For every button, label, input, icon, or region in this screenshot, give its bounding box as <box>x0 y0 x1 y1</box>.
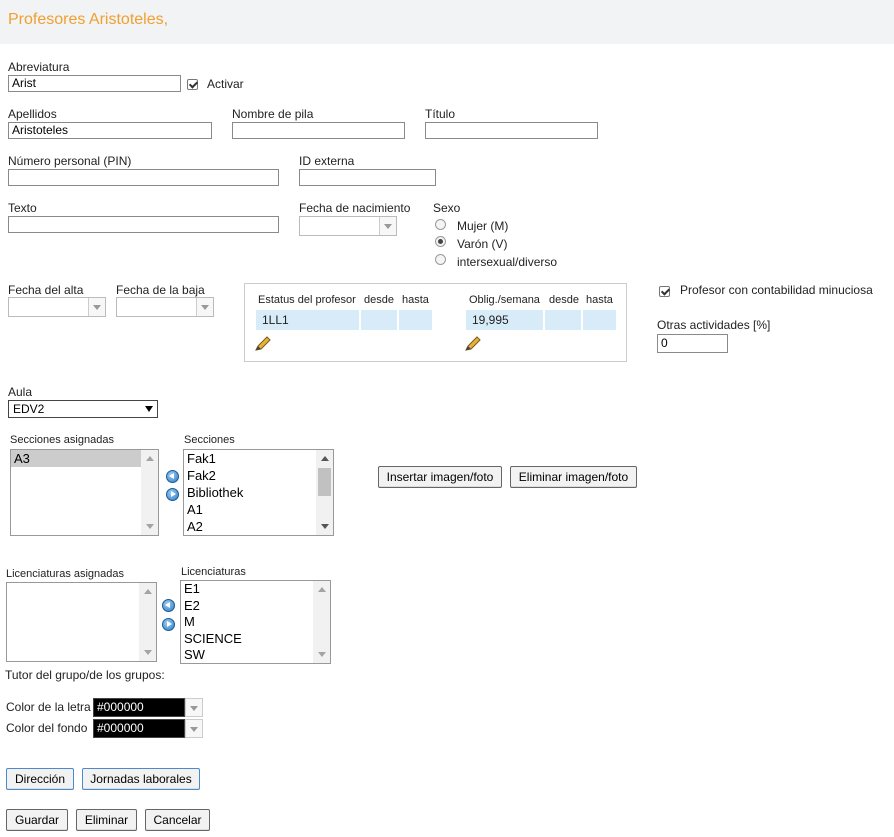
external-id-input[interactable] <box>299 169 436 186</box>
birth-date-picker[interactable] <box>299 216 397 236</box>
chevron-down-icon[interactable] <box>185 719 203 738</box>
list-item[interactable]: M <box>181 614 313 631</box>
oblig-to-cell[interactable] <box>583 310 616 330</box>
move-left-icon[interactable] <box>166 470 179 483</box>
status-to-cell[interactable] <box>399 310 432 330</box>
licenciaturas-label: Licenciaturas <box>181 566 246 578</box>
save-button[interactable]: Guardar <box>6 809 68 831</box>
chevron-down-icon[interactable] <box>196 298 213 316</box>
move-right-icon[interactable] <box>162 618 175 631</box>
status-value-cell[interactable]: 1LL1 <box>256 310 359 330</box>
sexo-radio-mujer[interactable] <box>435 219 446 230</box>
chevron-down-icon[interactable] <box>185 698 203 717</box>
sexo-radio-diverso[interactable] <box>435 254 446 265</box>
list-item[interactable]: SCIENCE <box>181 631 313 648</box>
delete-button[interactable]: Eliminar <box>76 809 137 831</box>
font-color-input[interactable]: #000000 <box>93 698 185 717</box>
titulo-label: Título <box>425 107 456 121</box>
secciones-list[interactable]: Fak1 Fak2 Bibliothek A1 A2 <box>183 449 334 536</box>
oblig-col-header: Oblig./semana <box>469 294 540 306</box>
move-left-icon[interactable] <box>162 599 175 612</box>
oblig-from-header: desde <box>549 294 579 306</box>
bg-color-input[interactable]: #000000 <box>93 719 185 738</box>
aula-label: Aula <box>8 385 33 399</box>
scrollbar[interactable] <box>141 450 158 535</box>
other-activities-input[interactable]: 0 <box>657 334 728 353</box>
sexo-option-mujer: Mujer (M) <box>457 219 509 233</box>
secciones-asignadas-label: Secciones asignadas <box>10 434 114 446</box>
active-checkbox[interactable] <box>187 79 198 90</box>
page-title: Profesores Aristoteles, <box>8 11 169 28</box>
pin-label: Número personal (PIN) <box>8 154 132 168</box>
secciones-asignadas-list[interactable]: A3 <box>10 449 159 536</box>
secciones-label: Secciones <box>184 434 235 446</box>
minute-accounting-label: Profesor con contabilidad minuciosa <box>680 283 873 297</box>
other-activities-label: Otras actividades [%] <box>657 318 771 332</box>
cancel-button[interactable]: Cancelar <box>145 809 210 831</box>
minute-accounting-checkbox[interactable] <box>659 286 670 297</box>
alta-label: Fecha del alta <box>8 283 84 297</box>
bg-color-label: Color del fondo <box>6 721 88 735</box>
apellidos-input[interactable]: Aristoteles <box>8 122 212 139</box>
nombre-input[interactable] <box>232 122 405 139</box>
list-item[interactable]: E2 <box>181 598 313 615</box>
chevron-down-icon[interactable] <box>88 298 105 316</box>
list-item[interactable]: SW <box>181 647 313 663</box>
licenciaturas-asignadas-label: Licenciaturas asignadas <box>6 568 125 580</box>
status-from-header: desde <box>364 294 394 306</box>
active-label: Activar <box>207 77 244 91</box>
list-item[interactable]: Fak1 <box>184 450 316 467</box>
direccion-button[interactable]: Dirección <box>6 768 74 790</box>
nombre-label: Nombre de pila <box>232 107 314 121</box>
pencil-icon[interactable] <box>464 336 482 352</box>
pin-input[interactable] <box>8 169 279 186</box>
pencil-icon[interactable] <box>254 336 272 352</box>
tutor-label: Tutor del grupo/de los grupos: <box>5 668 165 682</box>
sexo-option-varon: Varón (V) <box>457 237 508 251</box>
aula-select-value: EDV2 <box>13 402 45 416</box>
oblig-from-cell[interactable] <box>545 310 581 330</box>
titulo-input[interactable] <box>425 122 598 139</box>
chevron-down-icon <box>145 406 153 412</box>
list-item[interactable]: Fak2 <box>184 467 316 484</box>
status-from-cell[interactable] <box>361 310 397 330</box>
apellidos-label: Apellidos <box>8 107 57 121</box>
move-right-icon[interactable] <box>166 488 179 501</box>
alta-date-picker[interactable] <box>8 297 106 317</box>
font-color-label: Color de la letra <box>6 700 91 714</box>
licenciaturas-asignadas-list[interactable] <box>6 582 157 662</box>
jornadas-button[interactable]: Jornadas laborales <box>82 768 200 790</box>
licenciaturas-list[interactable]: E1 E2 M SCIENCE SW <box>180 580 331 664</box>
sexo-option-diverso: intersexual/diverso <box>457 255 558 269</box>
chevron-down-icon[interactable] <box>379 217 396 235</box>
list-item[interactable]: Bibliothek <box>184 484 316 501</box>
baja-label: Fecha de la baja <box>116 283 205 297</box>
list-item[interactable]: E1 <box>181 581 313 598</box>
oblig-to-header: hasta <box>586 294 613 306</box>
birth-label: Fecha de nacimiento <box>299 201 411 215</box>
external-id-label: ID externa <box>299 154 355 168</box>
scrollbar[interactable] <box>313 581 330 663</box>
insert-image-button[interactable]: Insertar imagen/foto <box>378 466 502 488</box>
scrollbar[interactable] <box>316 450 333 535</box>
status-to-header: hasta <box>402 294 429 306</box>
list-item[interactable]: A3 <box>11 450 141 467</box>
abbrev-label: Abreviatura <box>8 60 70 74</box>
page-header: Profesores Aristoteles, <box>0 0 894 44</box>
texto-label: Texto <box>8 201 37 215</box>
sexo-radio-varon[interactable] <box>435 236 446 247</box>
remove-image-button[interactable]: Eliminar imagen/foto <box>510 466 637 488</box>
list-item[interactable]: A1 <box>184 501 316 518</box>
scrollbar[interactable] <box>139 583 156 661</box>
list-item[interactable]: A2 <box>184 518 316 535</box>
oblig-value-cell[interactable]: 19,995 <box>466 310 543 330</box>
aula-select[interactable]: EDV2 <box>8 400 158 418</box>
texto-input[interactable] <box>8 216 279 233</box>
sexo-label: Sexo <box>433 201 461 215</box>
abbrev-input[interactable]: Arist <box>8 75 181 92</box>
baja-date-picker[interactable] <box>116 297 214 317</box>
status-col-header: Estatus del profesor <box>258 294 356 306</box>
